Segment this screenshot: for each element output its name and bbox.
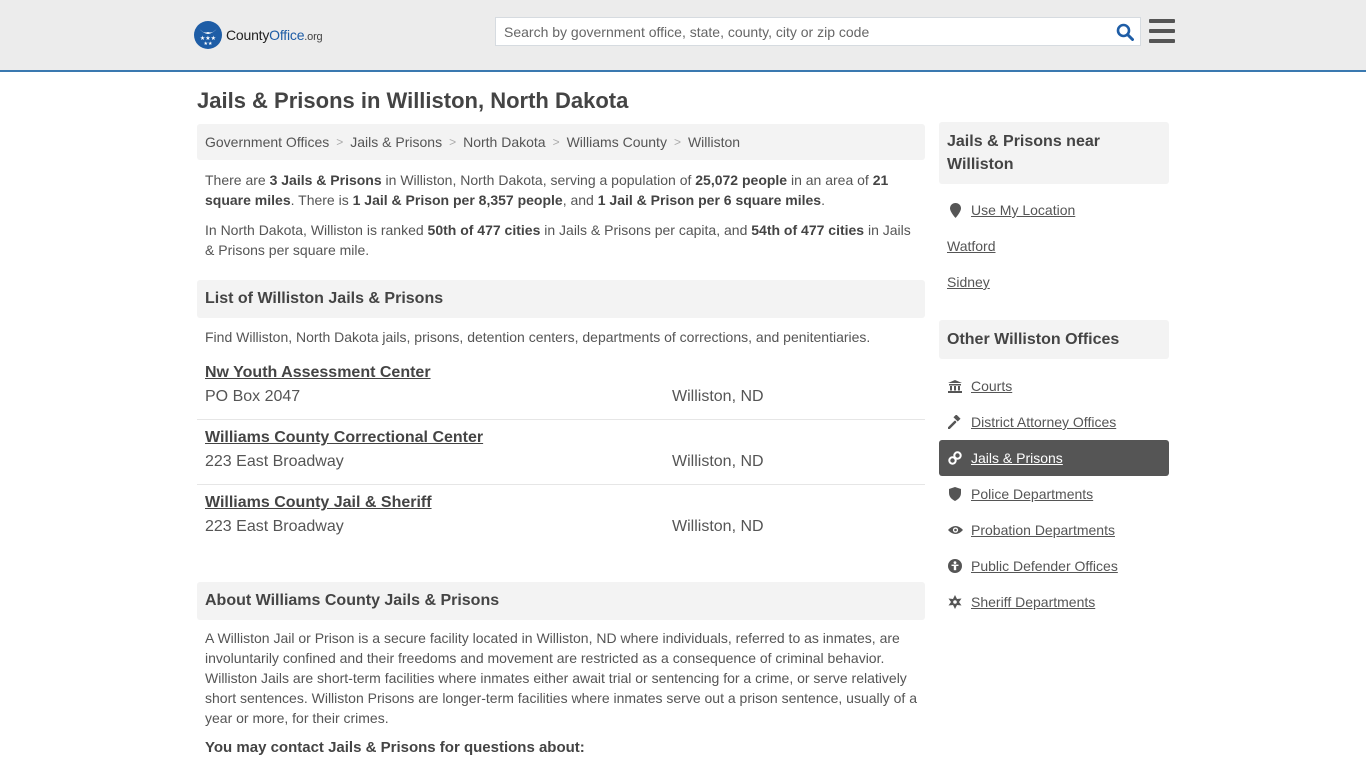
listing-name-link[interactable]: Williams County Jail & Sheriff [205, 494, 432, 512]
other-offices-heading: Other Williston Offices [939, 320, 1169, 359]
contact-heading: You may contact Jails & Prisons for ques… [205, 739, 585, 756]
use-my-location-item[interactable]: Use My Location [939, 192, 1169, 228]
nearby-city-item[interactable]: Watford [939, 228, 1169, 264]
sidebar-link-public-defender[interactable]: Public Defender Offices [971, 558, 1118, 574]
page-title: Jails & Prisons in Williston, North Dako… [197, 88, 629, 113]
breadcrumb-jails-prisons[interactable]: Jails & Prisons [350, 134, 442, 150]
sidebar-item-probation[interactable]: Probation Departments [939, 512, 1169, 548]
site-logo[interactable]: ★★★ ★★ CountyOffice.org [194, 21, 323, 49]
breadcrumb-williams-county[interactable]: Williams County [567, 134, 667, 150]
sidebar-item-public-defender[interactable]: Public Defender Offices [939, 548, 1169, 584]
nearby-heading: Jails & Prisons near Williston [939, 122, 1169, 184]
listing-name-link[interactable]: Nw Youth Assessment Center [205, 364, 431, 382]
shield-icon [947, 487, 963, 501]
site-header: ★★★ ★★ CountyOffice.org [0, 0, 1366, 72]
search-button[interactable] [1110, 18, 1140, 45]
breadcrumb-separator: > [449, 135, 457, 149]
summary-paragraph: There are 3 Jails & Prisons in Williston… [205, 172, 889, 208]
sidebar-item-jails-prisons[interactable]: Jails & Prisons [939, 440, 1169, 476]
listing-address: 223 East Broadway [205, 453, 344, 470]
sidebar-link-jails-prisons[interactable]: Jails & Prisons [971, 450, 1063, 466]
sidebar-link-district-attorney[interactable]: District Attorney Offices [971, 414, 1116, 430]
sidebar-link-sheriff[interactable]: Sheriff Departments [971, 594, 1095, 610]
list-intro: Find Williston, North Dakota jails, pris… [205, 329, 871, 345]
breadcrumb-separator: > [336, 135, 344, 149]
about-section-heading: About Williams County Jails & Prisons [197, 582, 925, 620]
hamburger-menu-icon [1149, 19, 1175, 23]
star-badge-icon [947, 595, 963, 609]
search-input[interactable] [496, 18, 1110, 45]
breadcrumb-separator: > [552, 135, 560, 149]
sidebar-item-police[interactable]: Police Departments [939, 476, 1169, 512]
list-section-heading: List of Williston Jails & Prisons [197, 280, 925, 318]
logo-wordmark: CountyOffice.org [226, 27, 323, 43]
svg-text:★★: ★★ [204, 41, 213, 45]
sidebar-link-probation[interactable]: Probation Departments [971, 522, 1115, 538]
main-content: Government Offices > Jails & Prisons > N… [197, 124, 925, 758]
map-marker-icon [947, 202, 963, 218]
nearby-city-link[interactable]: Watford [947, 238, 996, 254]
breadcrumb-north-dakota[interactable]: North Dakota [463, 134, 545, 150]
use-my-location-link[interactable]: Use My Location [971, 202, 1075, 218]
nearby-city-item[interactable]: Sidney [939, 264, 1169, 300]
eagle-logo-icon: ★★★ ★★ [194, 21, 222, 49]
sidebar-link-police[interactable]: Police Departments [971, 486, 1093, 502]
listing-city: Williston, ND [672, 518, 764, 535]
sidebar-item-sheriff[interactable]: Sheriff Departments [939, 584, 1169, 620]
listing-city: Williston, ND [672, 388, 764, 405]
sidebar-link-courts[interactable]: Courts [971, 378, 1012, 394]
about-paragraph: A Williston Jail or Prison is a secure f… [205, 630, 917, 726]
search-box [495, 17, 1141, 46]
sidebar-item-district-attorney[interactable]: District Attorney Offices [939, 404, 1169, 440]
listing-item: Williams County Correctional Center 223 … [197, 420, 925, 485]
listing-address: PO Box 2047 [205, 388, 301, 405]
listing-name-link[interactable]: Williams County Correctional Center [205, 429, 483, 447]
handcuffs-icon [947, 451, 963, 465]
search-icon [1116, 23, 1134, 41]
sidebar: Jails & Prisons near Williston Use My Lo… [939, 122, 1169, 620]
breadcrumb-williston: Williston [687, 134, 741, 150]
ranking-paragraph: In North Dakota, Williston is ranked 50t… [205, 222, 911, 258]
eye-icon [947, 525, 963, 535]
nearby-city-link[interactable]: Sidney [947, 274, 990, 290]
listing-address: 223 East Broadway [205, 518, 344, 535]
listing-item: Williams County Jail & Sheriff 223 East … [197, 485, 925, 550]
person-icon [947, 559, 963, 573]
listing-city: Williston, ND [672, 453, 764, 470]
breadcrumb-government-offices[interactable]: Government Offices [205, 134, 329, 150]
breadcrumb: Government Offices > Jails & Prisons > N… [197, 124, 925, 160]
gavel-icon [947, 415, 963, 429]
listing-item: Nw Youth Assessment Center PO Box 2047 W… [197, 355, 925, 420]
sidebar-item-courts[interactable]: Courts [939, 368, 1169, 404]
hamburger-menu-button[interactable] [1149, 19, 1175, 43]
breadcrumb-separator: > [673, 135, 681, 149]
courthouse-icon [947, 379, 963, 393]
